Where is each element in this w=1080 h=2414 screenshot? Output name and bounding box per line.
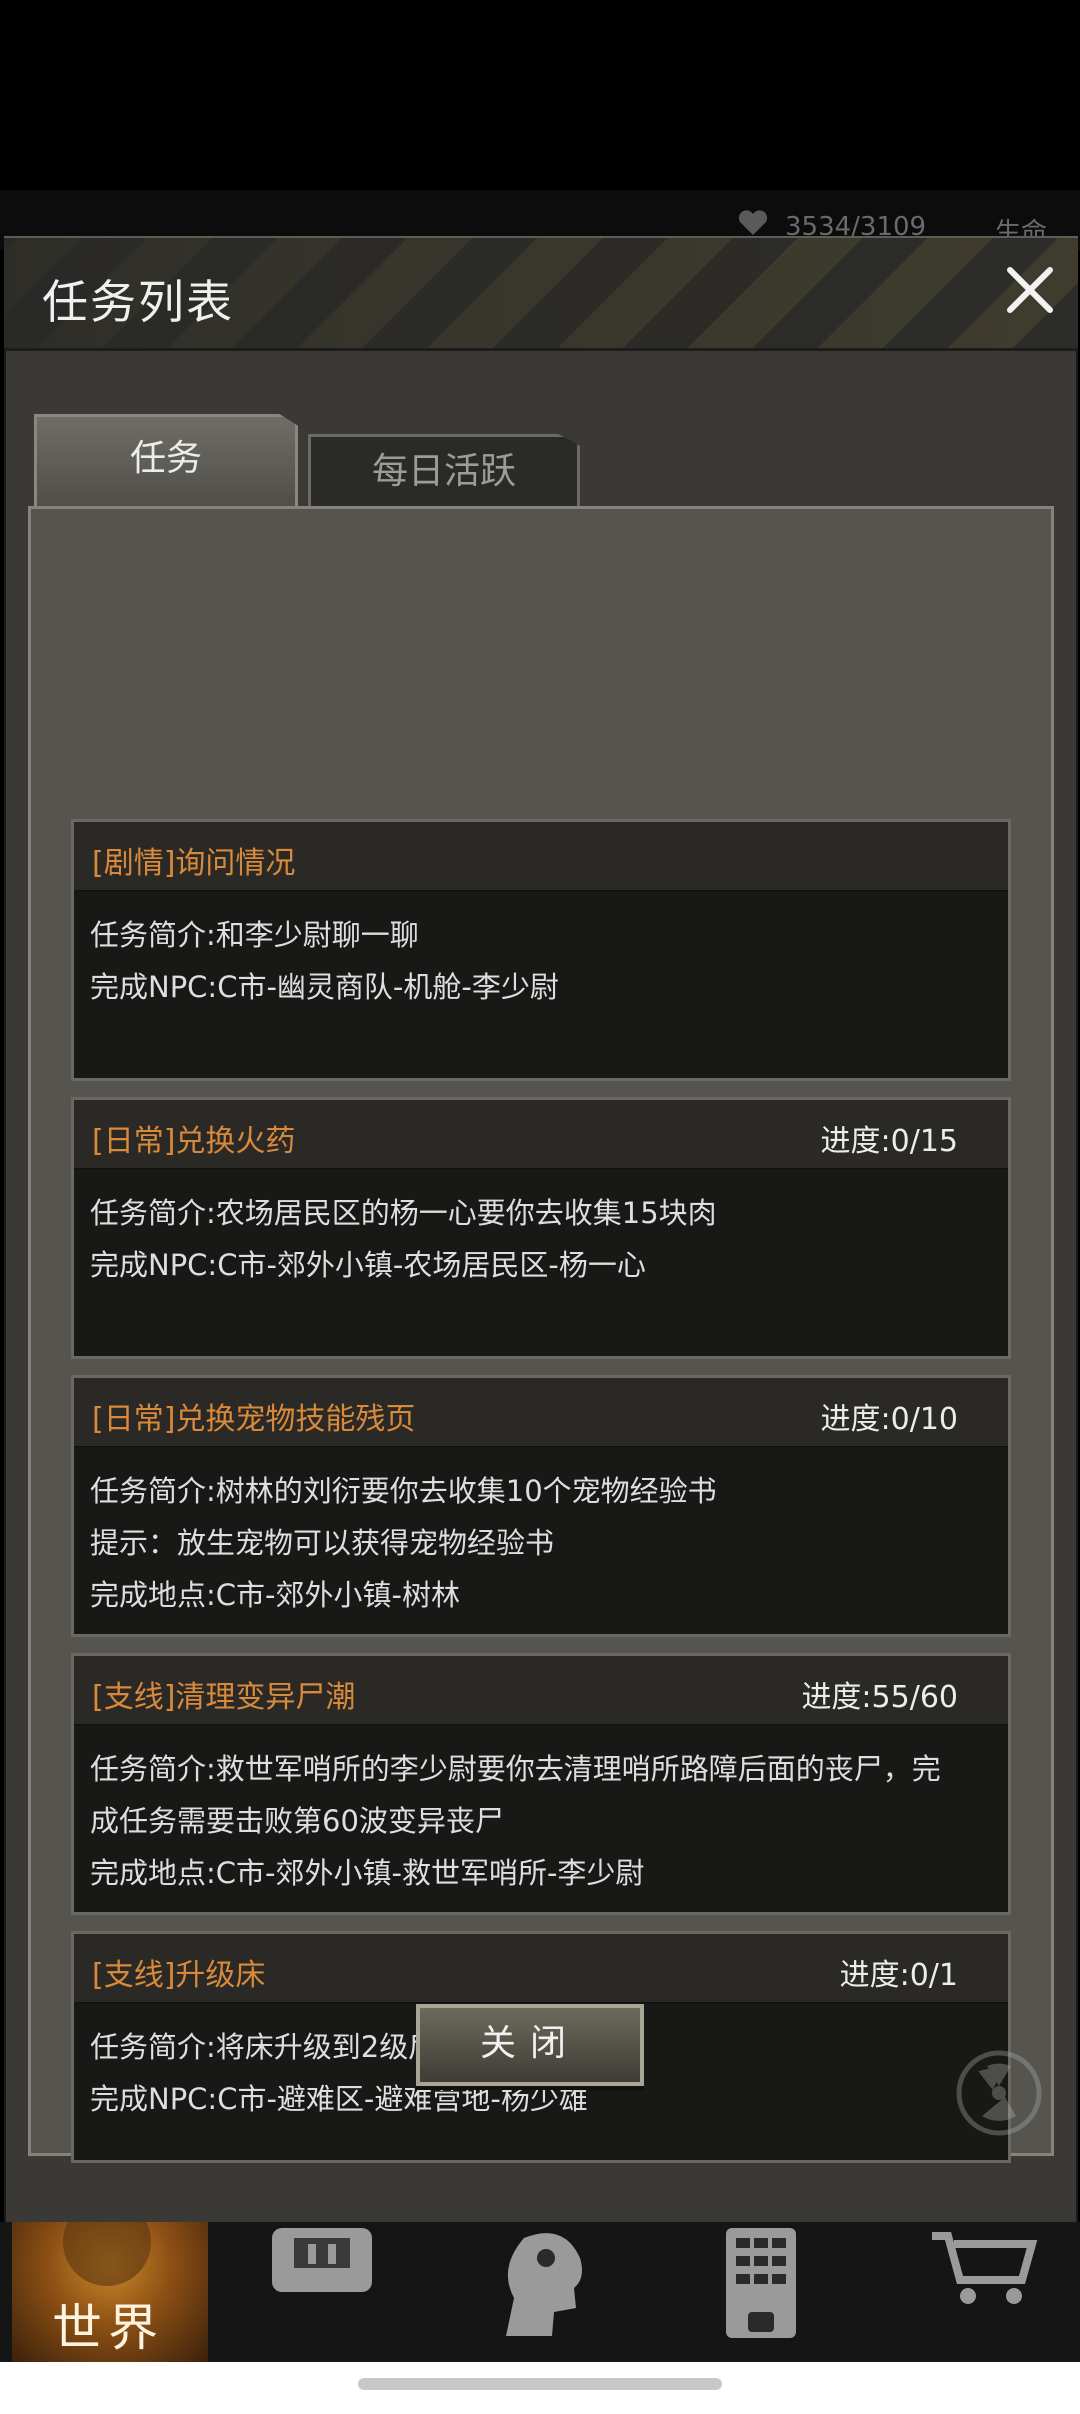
home-indicator[interactable] bbox=[358, 2378, 722, 2390]
task-title: [支线]清理变异尸潮 bbox=[92, 1680, 356, 1715]
task-header: [日常]兑换火药 进度:0/15 bbox=[74, 1100, 1008, 1169]
task-progress: 进度:0/15 bbox=[820, 1124, 958, 1159]
task-progress: 进度:0/1 bbox=[839, 1958, 958, 1993]
task-title: [日常]兑换火药 bbox=[92, 1124, 296, 1159]
close-button[interactable]: 关闭 bbox=[416, 2004, 644, 2086]
task-card[interactable]: [日常]兑换火药 进度:0/15 任务简介:农场居民区的杨一心要你去收集15块肉… bbox=[71, 1097, 1011, 1359]
task-hint: 提示：放生宠物可以获得宠物经验书 bbox=[90, 1526, 555, 1560]
building-icon bbox=[726, 2228, 796, 2338]
tab-tasks[interactable]: 任务 bbox=[34, 414, 298, 512]
task-npc: 完成NPC:C市-郊外小镇-农场居民区-杨一心 bbox=[90, 1248, 646, 1282]
nav-shop[interactable] bbox=[928, 2222, 1038, 2362]
task-panel: [剧情]询问情况 任务简介:和李少尉聊一聊 完成NPC:C市-幽灵商队-机舱-李… bbox=[28, 506, 1054, 2163]
task-description: 任务简介:救世军哨所的李少尉要你去清理哨所路障后面的丧尸，完 bbox=[90, 1752, 941, 1786]
task-progress: 进度:0/10 bbox=[820, 1402, 958, 1437]
task-title: [日常]兑换宠物技能残页 bbox=[92, 1402, 416, 1437]
task-npc: 完成NPC:C市-幽灵商队-机舱-李少尉 bbox=[90, 970, 559, 1004]
head-icon bbox=[506, 2233, 582, 2336]
task-description: 任务简介:和李少尉聊一聊 bbox=[90, 918, 419, 952]
nav-world-label: 世界 bbox=[52, 2299, 164, 2357]
task-description-cont: 成任务需要击败第60波变异丧尸 bbox=[90, 1804, 504, 1838]
modal-title: 任务列表 bbox=[42, 275, 234, 329]
radiation-icon bbox=[956, 2050, 1042, 2136]
task-card[interactable]: [支线]清理变异尸潮 进度:55/60 任务简介:救世军哨所的李少尉要你去清理哨… bbox=[71, 1653, 1011, 1915]
task-location: 完成地点:C市-郊外小镇-树林 bbox=[90, 1578, 460, 1612]
task-header: [剧情]询问情况 bbox=[74, 822, 1008, 891]
task-title: [剧情]询问情况 bbox=[92, 846, 296, 881]
task-card[interactable]: [剧情]询问情况 任务简介:和李少尉聊一聊 完成NPC:C市-幽灵商队-机舱-李… bbox=[71, 819, 1011, 1081]
task-progress: 进度:55/60 bbox=[801, 1680, 958, 1715]
task-description: 任务简介:农场居民区的杨一心要你去收集15块肉 bbox=[90, 1196, 717, 1230]
task-header: [日常]兑换宠物技能残页 进度:0/10 bbox=[74, 1378, 1008, 1447]
backpack-icon bbox=[272, 2228, 372, 2292]
nav-building[interactable] bbox=[716, 2222, 816, 2362]
task-title: [支线]升级床 bbox=[92, 1958, 266, 1993]
task-description: 任务简介:树林的刘衍要你去收集10个宠物经验书 bbox=[90, 1474, 717, 1508]
close-icon[interactable] bbox=[1002, 262, 1058, 318]
world-icon bbox=[63, 2222, 151, 2286]
task-list-modal: 任务列表 任务 每日活跃 [剧情]询问情况 任务简介:和李少尉聊一聊 完成NPC… bbox=[4, 236, 1078, 2224]
bottom-nav: 世界 bbox=[0, 2222, 1080, 2362]
cart-icon bbox=[932, 2232, 1038, 2304]
task-header: [支线]清理变异尸潮 进度:55/60 bbox=[74, 1656, 1008, 1725]
task-location: 完成地点:C市-郊外小镇-救世军哨所-李少尉 bbox=[90, 1856, 645, 1890]
task-header: [支线]升级床 进度:0/1 bbox=[74, 1934, 1008, 2003]
nav-character[interactable] bbox=[494, 2222, 604, 2362]
task-card[interactable]: [日常]兑换宠物技能残页 进度:0/10 任务简介:树林的刘衍要你去收集10个宠… bbox=[71, 1375, 1011, 1637]
nav-backpack[interactable] bbox=[262, 2222, 392, 2362]
modal-header: 任务列表 bbox=[4, 238, 1078, 351]
tab-daily-active[interactable]: 每日活跃 bbox=[308, 434, 580, 508]
nav-world[interactable]: 世界 bbox=[12, 2222, 208, 2362]
heart-icon bbox=[738, 210, 768, 235]
